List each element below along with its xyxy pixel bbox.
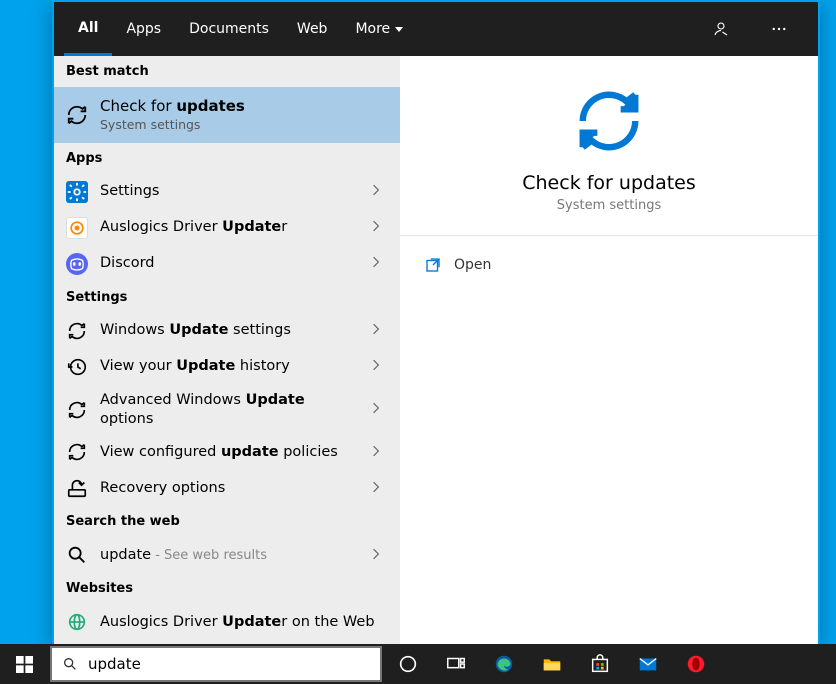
search-icon	[62, 656, 78, 672]
chevron-right-icon	[372, 443, 388, 462]
options-icon[interactable]	[760, 10, 798, 48]
edge-icon	[493, 653, 515, 675]
windows-icon	[16, 656, 33, 673]
start-search-panel: All Apps Documents Web More Best match C…	[52, 0, 820, 644]
search-icon	[66, 544, 88, 566]
result-app-discord[interactable]: Discord	[54, 246, 400, 282]
discord-icon	[66, 253, 88, 275]
result-update-policies[interactable]: View configured update policies	[54, 434, 400, 470]
preview-title: Check for updates	[522, 172, 696, 194]
feedback-icon[interactable]	[702, 10, 740, 48]
open-icon	[424, 256, 442, 274]
tab-more[interactable]: More	[341, 2, 417, 56]
chevron-down-icon	[395, 27, 403, 32]
tab-documents[interactable]: Documents	[175, 2, 283, 56]
section-apps: Apps	[54, 143, 400, 174]
preview-pane: Check for updates System settings Open	[400, 56, 818, 644]
result-web-search[interactable]: update - See web results	[54, 537, 400, 573]
task-view-icon	[445, 653, 467, 675]
task-view-button[interactable]	[432, 644, 480, 684]
chevron-right-icon	[372, 182, 388, 201]
chevron-right-icon	[372, 357, 388, 376]
circle-icon	[397, 653, 419, 675]
sync-icon	[574, 86, 644, 160]
sync-icon	[66, 399, 88, 421]
tab-all[interactable]: All	[64, 2, 112, 56]
result-app-auslogics[interactable]: Auslogics Driver Updater	[54, 210, 400, 246]
section-settings: Settings	[54, 282, 400, 313]
taskbar-search-box[interactable]	[50, 646, 382, 682]
chevron-right-icon	[372, 400, 388, 419]
result-check-for-updates[interactable]: Check for updatesSystem settings	[54, 87, 400, 143]
recovery-icon	[66, 477, 88, 499]
chevron-right-icon	[372, 218, 388, 237]
search-filter-tabs: All Apps Documents Web More	[54, 2, 818, 56]
chevron-right-icon	[372, 546, 388, 565]
cortana-button[interactable]	[384, 644, 432, 684]
tab-apps[interactable]: Apps	[112, 2, 175, 56]
section-best-match: Best match	[54, 56, 400, 87]
chevron-right-icon	[372, 254, 388, 273]
tab-web[interactable]: Web	[283, 2, 342, 56]
result-windows-update-settings[interactable]: Windows Update settings	[54, 313, 400, 349]
taskbar-app-mail[interactable]	[624, 644, 672, 684]
sync-icon	[66, 441, 88, 463]
result-advanced-update-options[interactable]: Advanced Windows Update options	[54, 385, 400, 435]
store-icon	[589, 653, 611, 675]
preview-sub: System settings	[557, 198, 661, 213]
taskbar-app-opera[interactable]	[672, 644, 720, 684]
taskbar-app-explorer[interactable]	[528, 644, 576, 684]
result-update-history[interactable]: View your Update history	[54, 349, 400, 385]
chevron-right-icon	[372, 321, 388, 340]
start-button[interactable]	[0, 644, 48, 684]
globe-icon	[66, 611, 88, 633]
search-input[interactable]	[88, 655, 370, 673]
history-icon	[66, 356, 88, 378]
results-list: Best match Check for updatesSystem setti…	[54, 56, 400, 644]
mail-icon	[637, 653, 659, 675]
settings-icon	[66, 181, 88, 203]
section-websites: Websites	[54, 573, 400, 604]
sync-icon	[66, 104, 88, 126]
chevron-right-icon	[372, 479, 388, 498]
result-app-settings[interactable]: Settings	[54, 174, 400, 210]
taskbar-app-store[interactable]	[576, 644, 624, 684]
auslogics-icon	[66, 217, 88, 239]
result-website-auslogics[interactable]: Auslogics Driver Updater on the Web	[54, 604, 400, 640]
opera-icon	[685, 653, 707, 675]
result-recovery-options[interactable]: Recovery options	[54, 470, 400, 506]
preview-open-action[interactable]: Open	[420, 248, 798, 282]
section-search-web: Search the web	[54, 506, 400, 537]
sync-icon	[66, 320, 88, 342]
taskbar	[0, 644, 836, 684]
folder-icon	[541, 653, 563, 675]
taskbar-app-edge[interactable]	[480, 644, 528, 684]
